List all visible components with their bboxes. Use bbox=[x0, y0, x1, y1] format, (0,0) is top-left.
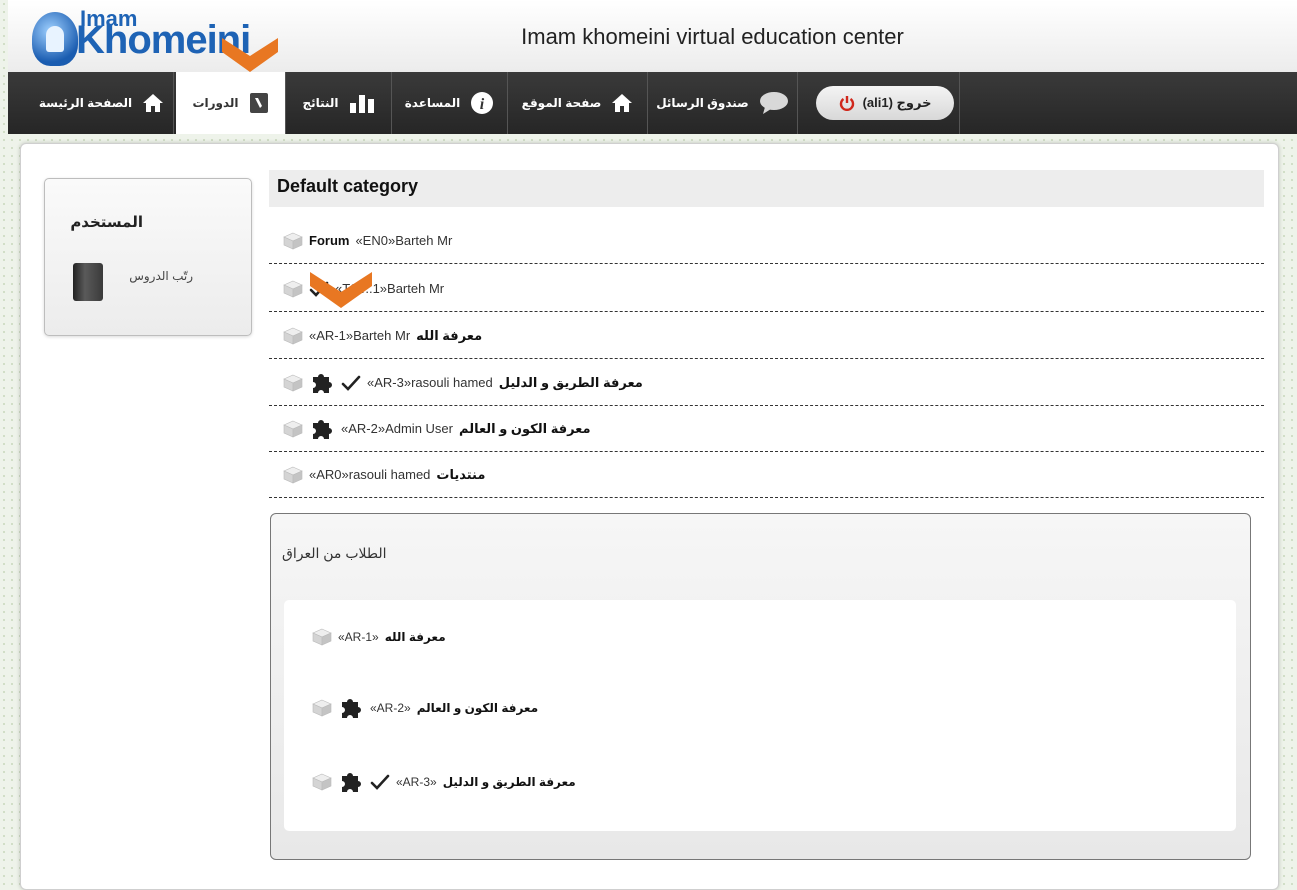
puzzle-icon bbox=[342, 773, 361, 792]
course-name: منتديات bbox=[436, 466, 486, 482]
course-code: «AR-1» bbox=[338, 630, 379, 644]
nav-item-help[interactable]: المساعدة i bbox=[392, 72, 508, 134]
course-cube-icon bbox=[283, 466, 303, 483]
course-row[interactable]: «AR-3»rasouli hamed معرفة الطريق و الدليل bbox=[269, 360, 1264, 406]
nav-item-messages[interactable]: صندوق الرسائل bbox=[648, 72, 798, 134]
course-name: معرفة الكون و العالم bbox=[459, 420, 591, 436]
category-title: Default category bbox=[269, 170, 1264, 207]
logout-label: (ali1) خروج bbox=[862, 95, 932, 110]
course-cube-icon bbox=[283, 420, 303, 437]
logout-button[interactable]: (ali1) خروج bbox=[816, 86, 954, 120]
course-cube-icon bbox=[283, 374, 303, 391]
home-icon bbox=[611, 93, 633, 113]
site-header: Imam Khomeini Imam khomeini virtual educ… bbox=[8, 0, 1297, 73]
nav-item-home[interactable]: الصفحة الرئيسة bbox=[30, 72, 174, 134]
course-code: «AR-2» bbox=[370, 701, 411, 715]
subcategory-title[interactable]: الطلاب من العراق bbox=[282, 545, 387, 562]
course-name: Forum bbox=[309, 233, 350, 248]
nav-label: الدورات bbox=[192, 96, 239, 110]
nav-item-site-page[interactable]: صفحة الموقع bbox=[508, 72, 648, 134]
course-cube-icon bbox=[312, 699, 332, 717]
sort-courses-link[interactable]: رتّب الدروس bbox=[129, 269, 193, 283]
user-sidebar-block: المستخدم رتّب الدروس bbox=[44, 178, 252, 336]
course-row[interactable]: Forum «EN0»Barteh Mr bbox=[269, 218, 1264, 264]
site-title: Imam khomeini virtual education center bbox=[521, 24, 904, 49]
home-icon bbox=[142, 93, 164, 113]
subcategory-course-row[interactable]: «AR-3» معرفة الطريق و الدليل bbox=[312, 770, 576, 794]
main-navbar: الصفحة الرئيسة الدورات النتائج المساعدة … bbox=[8, 72, 1297, 134]
bar-chart-icon bbox=[349, 93, 375, 113]
svg-text:i: i bbox=[480, 96, 485, 113]
course-row[interactable]: «AR0»rasouli hamed منتديات bbox=[269, 452, 1264, 498]
nav-label: النتائج bbox=[302, 96, 339, 110]
nav-label: الصفحة الرئيسة bbox=[38, 96, 133, 110]
highlight-chevron-icon bbox=[310, 272, 372, 308]
speech-bubble-icon bbox=[759, 91, 789, 115]
book-icon bbox=[73, 263, 103, 301]
checkmark-icon bbox=[341, 375, 361, 391]
course-code-teacher: «AR0»rasouli hamed bbox=[309, 467, 431, 482]
course-name: معرفة الله bbox=[416, 327, 483, 343]
puzzle-icon bbox=[313, 373, 332, 393]
nav-label: صفحة الموقع bbox=[521, 96, 602, 110]
user-block-title: المستخدم bbox=[70, 214, 143, 231]
power-icon bbox=[839, 95, 855, 111]
course-code: «AR-3» bbox=[396, 775, 437, 789]
nav-label: صندوق الرسائل bbox=[656, 96, 749, 110]
course-cube-icon bbox=[283, 327, 303, 344]
course-cube-icon bbox=[312, 628, 332, 646]
nav-label: المساعدة bbox=[404, 96, 461, 110]
document-icon bbox=[249, 92, 269, 114]
course-code-teacher: «AR-1»Barteh Mr bbox=[309, 328, 411, 343]
course-row[interactable]: «AR-2»Admin User معرفة الكون و العالم bbox=[269, 406, 1264, 452]
nav-item-results[interactable]: النتائج bbox=[286, 72, 392, 134]
course-row[interactable]: «TST..1»Barteh Mr bbox=[269, 266, 1264, 312]
subcategory-course-row[interactable]: «AR-2» معرفة الكون و العالم bbox=[312, 696, 538, 720]
active-indicator-chevron-icon bbox=[222, 38, 278, 72]
info-icon: i bbox=[470, 91, 494, 115]
puzzle-icon bbox=[313, 419, 332, 439]
nav-item-courses[interactable]: الدورات bbox=[176, 72, 286, 134]
course-code-teacher: «AR-2»Admin User bbox=[341, 421, 453, 436]
course-row[interactable]: «AR-1»Barteh Mr معرفة الله bbox=[269, 313, 1264, 359]
course-cube-icon bbox=[312, 773, 332, 791]
course-name: معرفة الطريق و الدليل bbox=[498, 374, 643, 390]
course-name: معرفة الكون و العالم bbox=[416, 701, 539, 715]
course-name: معرفة الله bbox=[384, 630, 446, 644]
checkmark-icon bbox=[370, 774, 390, 790]
subcategory-course-row[interactable]: «AR-1» معرفة الله bbox=[312, 628, 446, 646]
puzzle-icon bbox=[342, 699, 361, 718]
course-name: معرفة الطريق و الدليل bbox=[442, 775, 576, 789]
course-cube-icon bbox=[283, 232, 303, 249]
course-code-teacher: «AR-3»rasouli hamed bbox=[367, 375, 493, 390]
course-code-teacher: «EN0»Barteh Mr bbox=[355, 233, 453, 248]
course-cube-icon bbox=[283, 280, 303, 297]
